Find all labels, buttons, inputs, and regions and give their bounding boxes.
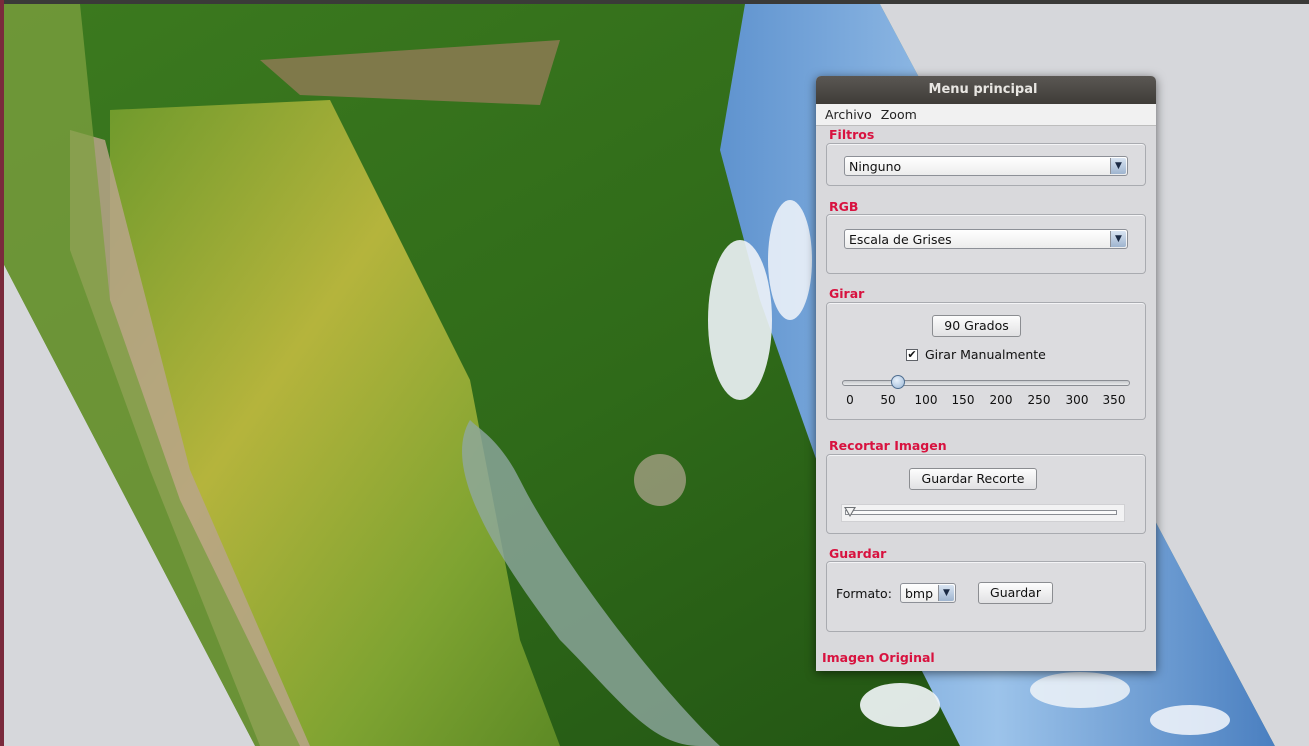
filtros-select-value: Ninguno	[849, 159, 902, 174]
filtros-select[interactable]: Ninguno ▼	[844, 156, 1128, 176]
rgb-group: Escala de Grises ▼	[826, 214, 1146, 274]
tick-label: 0	[846, 393, 854, 407]
filtros-title: Filtros	[829, 127, 875, 142]
rgb-select-value: Escala de Grises	[849, 232, 952, 247]
rgb-title: RGB	[829, 199, 859, 214]
rgb-select[interactable]: Escala de Grises ▼	[844, 229, 1128, 249]
crop-slider-thumb[interactable]	[844, 507, 856, 517]
rotation-slider-knob[interactable]	[891, 375, 906, 389]
format-label: Formato:	[836, 586, 892, 601]
chevron-down-icon: ▼	[938, 585, 954, 601]
rotation-slider-ticks: 0 50 100 150 200 250 300 350	[827, 393, 1145, 409]
format-select[interactable]: bmp ▼	[900, 583, 956, 603]
rotation-slider-track[interactable]	[842, 380, 1130, 386]
chevron-down-icon: ▼	[1110, 231, 1126, 247]
guardar-group: Formato: bmp ▼ Guardar	[826, 561, 1146, 632]
dialog-titlebar[interactable]: Menu principal	[816, 76, 1156, 104]
menu-zoom[interactable]: Zoom	[881, 107, 917, 122]
girar-manual-checkbox[interactable]: ✔	[906, 349, 918, 361]
top-window-edge	[0, 0, 1309, 4]
left-window-edge	[0, 0, 4, 746]
tick-label: 100	[914, 393, 938, 407]
save-crop-button[interactable]: Guardar Recorte	[909, 468, 1037, 490]
girar-title: Girar	[829, 286, 865, 301]
crop-slider-track[interactable]	[845, 510, 1117, 515]
girar-group: 90 Grados ✔ Girar Manualmente 0 50 100 1…	[826, 302, 1146, 420]
main-menu-dialog: Menu principal Archivo Zoom Filtros Ning…	[816, 76, 1156, 671]
tick-label: 150	[951, 393, 975, 407]
tick-label: 50	[880, 393, 896, 407]
tick-label: 200	[989, 393, 1013, 407]
recortar-group: Guardar Recorte	[826, 454, 1146, 534]
filtros-group: Ninguno ▼	[826, 143, 1146, 186]
guardar-title: Guardar	[829, 546, 887, 561]
menu-archivo[interactable]: Archivo	[825, 107, 872, 122]
girar-manual-label: Girar Manualmente	[925, 347, 1046, 362]
save-button[interactable]: Guardar	[978, 582, 1053, 604]
format-select-value: bmp	[905, 586, 934, 601]
checkmark-icon: ✔	[907, 348, 917, 361]
chevron-down-icon: ▼	[1110, 158, 1126, 174]
rotate-90-button[interactable]: 90 Grados	[932, 315, 1021, 337]
tick-label: 350	[1102, 393, 1126, 407]
menubar: Archivo Zoom	[816, 104, 1156, 126]
tick-label: 250	[1027, 393, 1051, 407]
recortar-title: Recortar Imagen	[829, 438, 947, 453]
tick-label: 300	[1065, 393, 1089, 407]
imagen-original-title: Imagen Original	[822, 650, 935, 665]
